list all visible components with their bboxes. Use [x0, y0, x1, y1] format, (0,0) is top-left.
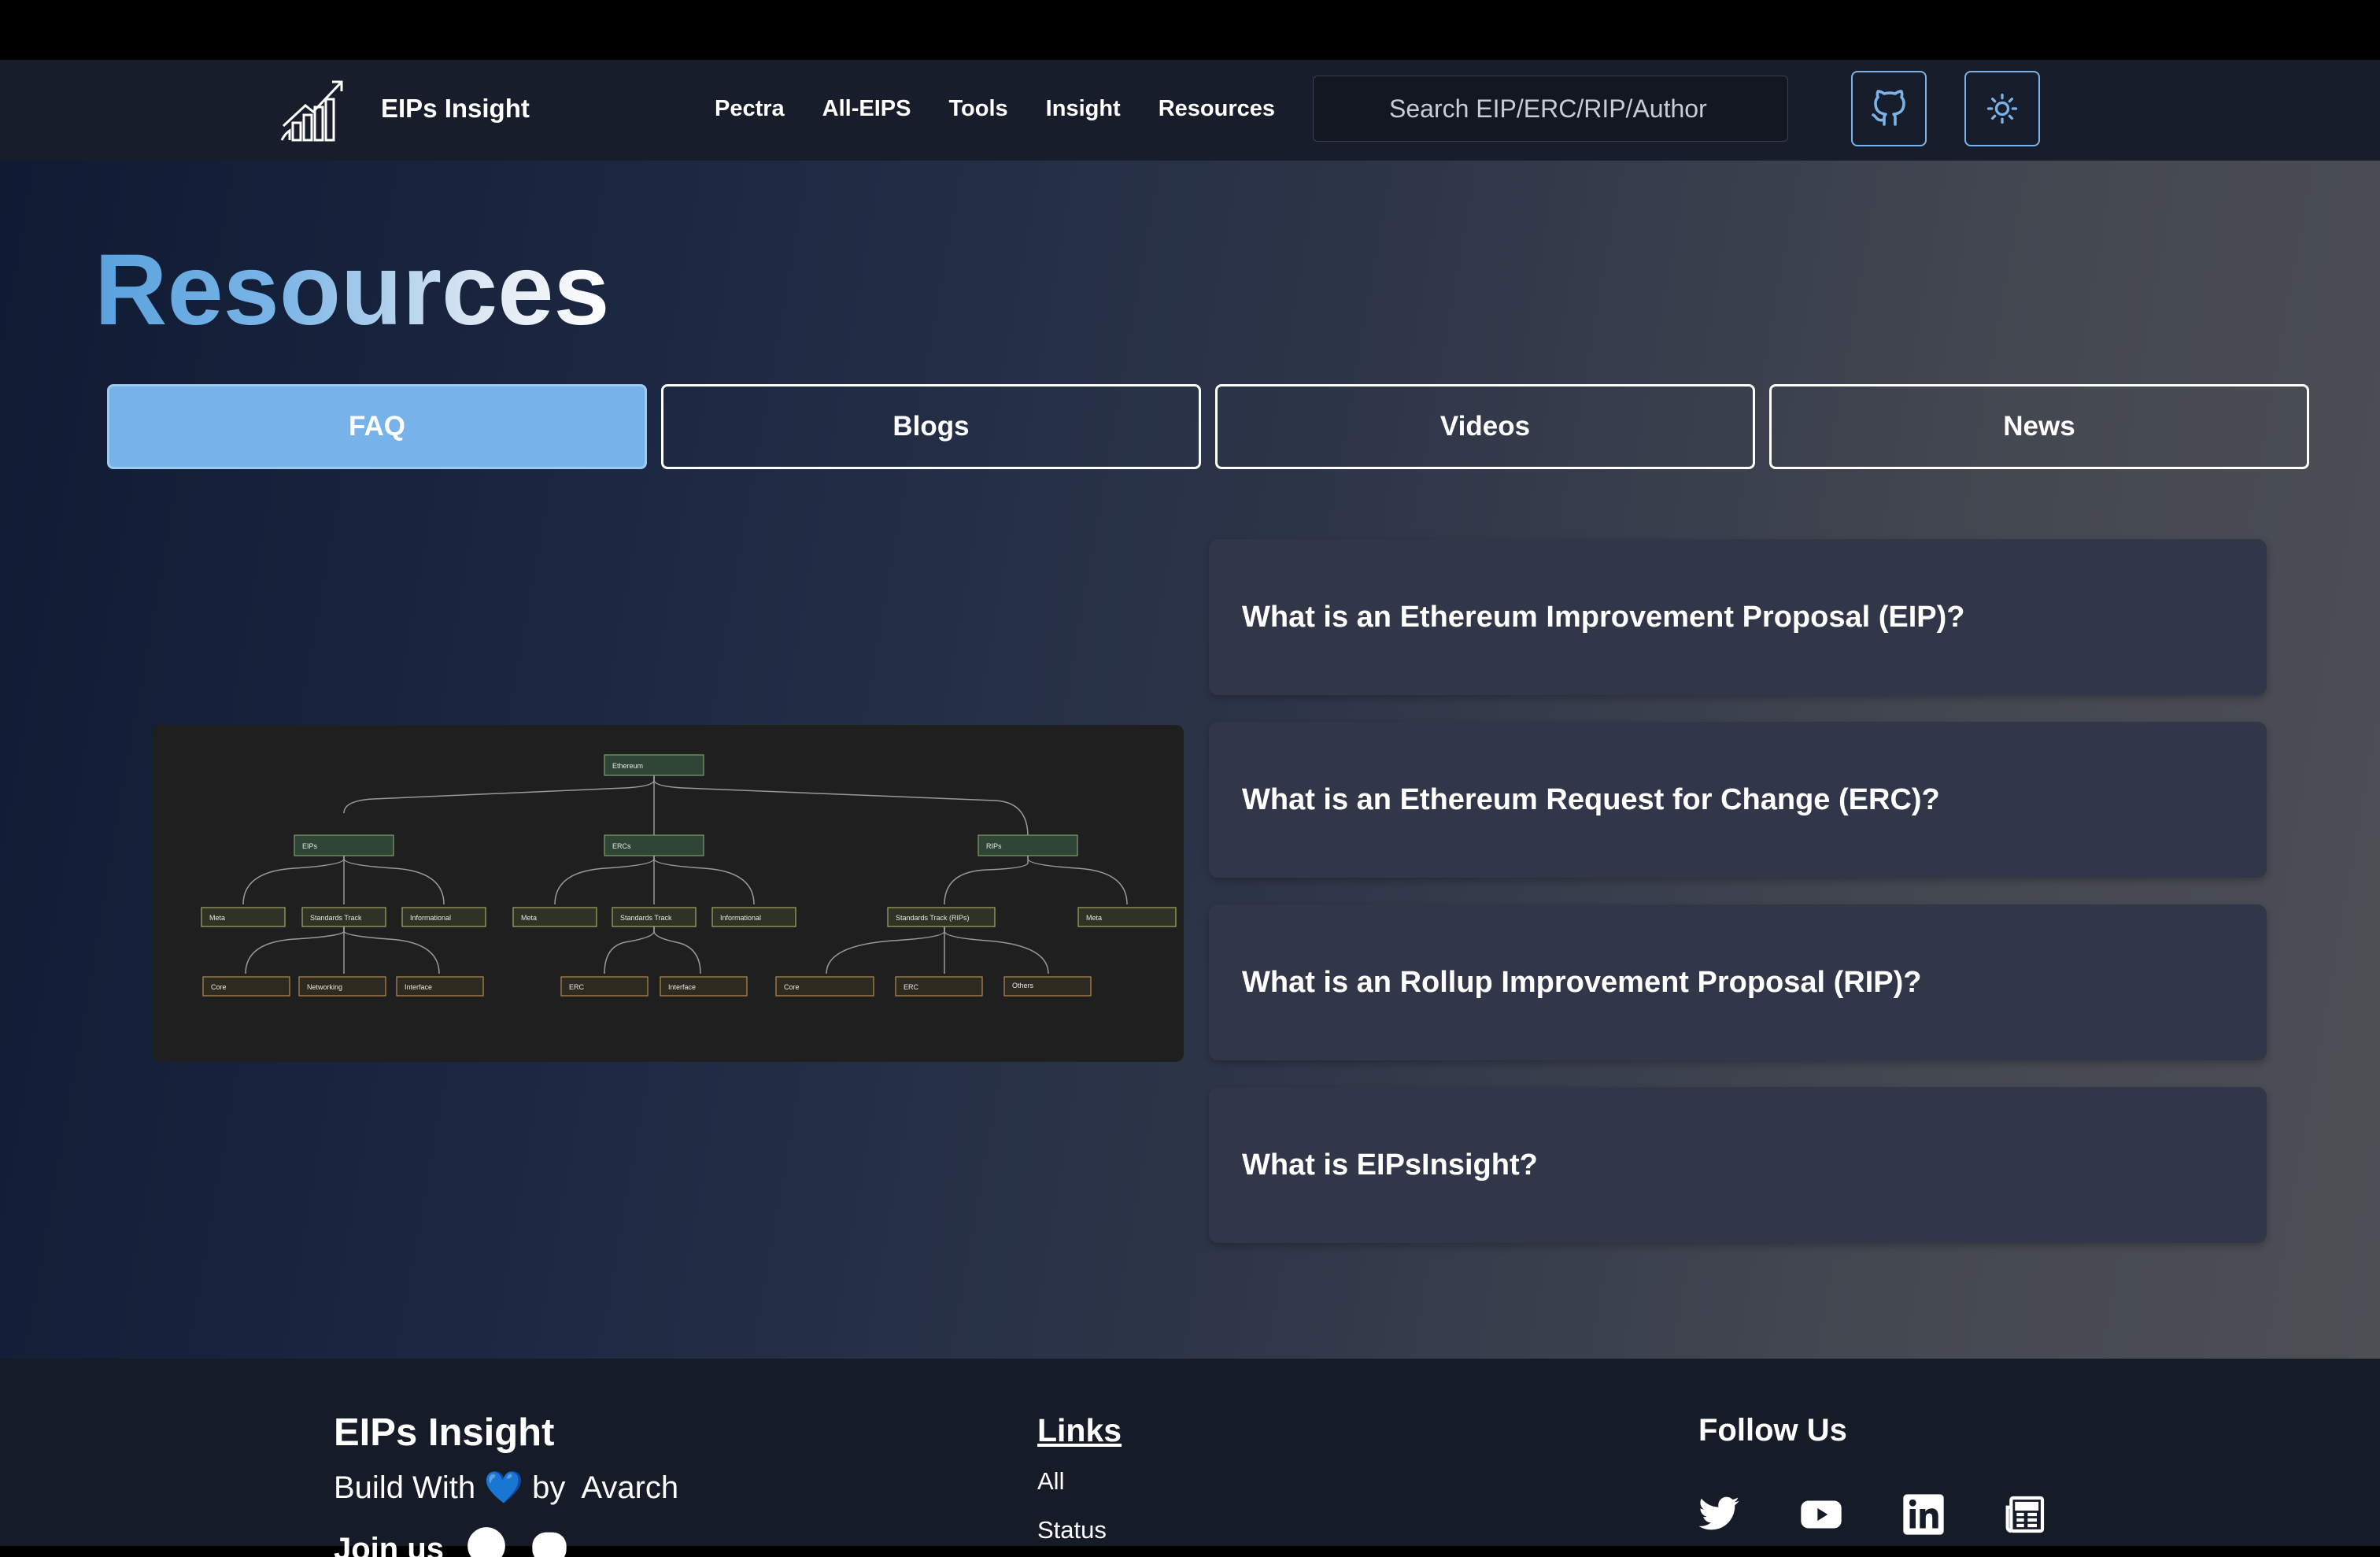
navbar: EIPs Insight Pectra All-EIPS Tools Insig…	[0, 60, 2380, 161]
resource-tabs: FAQ Blogs Videos News	[107, 384, 2311, 469]
youtube-icon[interactable]	[1799, 1492, 1843, 1537]
menu-item-all-eips[interactable]: All-EIPS	[822, 90, 911, 128]
main-content: Resources FAQ Blogs Videos News Ethereum…	[0, 161, 2380, 1359]
faq-item-eipsinsight[interactable]: What is EIPsInsight?	[1209, 1087, 2267, 1243]
diagram-node: Networking	[307, 983, 342, 991]
diagram-node: Standards Track	[310, 914, 362, 922]
menu-item-insight[interactable]: Insight	[1046, 90, 1121, 128]
diagram-node: Informational	[410, 914, 451, 922]
diagram-node: Standards Track (RIPs)	[896, 914, 970, 922]
diagram-node: Meta	[521, 914, 537, 922]
footer-credit: Build With 💙 by Avarch	[334, 1469, 678, 1507]
faq-question: What is an Ethereum Improvement Proposal…	[1242, 600, 1965, 634]
diagram-node: Standards Track	[620, 914, 672, 922]
theme-toggle-button[interactable]	[1964, 71, 2040, 146]
footer-credit-prefix: Build With	[334, 1470, 476, 1505]
faq-question: What is EIPsInsight?	[1242, 1148, 1538, 1182]
menu-item-tools[interactable]: Tools	[948, 90, 1007, 128]
main-menu: Pectra All-EIPS Tools Insight Resources	[715, 90, 1313, 128]
github-button[interactable]	[1851, 71, 1927, 146]
footer-follow-heading: Follow Us	[1698, 1413, 1847, 1448]
diagram-node: Interface	[405, 983, 432, 991]
diagram-node: Core	[784, 983, 800, 991]
tab-news[interactable]: News	[1769, 384, 2309, 469]
menu-item-resources[interactable]: Resources	[1159, 90, 1275, 128]
github-icon	[1872, 90, 1905, 126]
diagram-node: ERC	[904, 983, 919, 991]
footer-join-row: Join us	[334, 1526, 570, 1557]
sun-icon	[1986, 93, 2018, 124]
footer-credit-suffix[interactable]: by Avarch	[532, 1470, 678, 1505]
diagram-node: ERC	[569, 983, 585, 991]
diagram-node: Meta	[1086, 914, 1102, 922]
faq-item-erc[interactable]: What is an Ethereum Request for Change (…	[1209, 722, 2267, 878]
join-us-label: Join us	[334, 1532, 445, 1557]
diagram-node: Core	[211, 983, 227, 991]
top-black-bar	[0, 0, 2380, 60]
diagram-node: ERCs	[612, 842, 631, 850]
faq-item-rip[interactable]: What is an Rollup Improvement Proposal (…	[1209, 904, 2267, 1060]
footer: EIPs Insight Build With 💙 by Avarch Join…	[0, 1359, 2380, 1557]
tab-videos[interactable]: Videos	[1215, 384, 1755, 469]
footer-link-status[interactable]: Status	[1037, 1514, 1107, 1546]
diagram-node-root: Ethereum	[612, 762, 643, 770]
logo-chart-icon[interactable]	[279, 77, 346, 145]
brand-name[interactable]: EIPs Insight	[381, 90, 530, 128]
discord-icon[interactable]	[529, 1526, 570, 1557]
linkedin-icon[interactable]	[1901, 1492, 1946, 1537]
footer-links-heading: Links	[1037, 1412, 1122, 1448]
twitter-icon[interactable]	[1697, 1492, 1741, 1537]
diagram-node: Meta	[209, 914, 225, 922]
diagram-node: RIPs	[986, 842, 1002, 850]
diagram-node: Interface	[668, 983, 696, 991]
tab-faq[interactable]: FAQ	[107, 384, 647, 469]
faq-question: What is an Rollup Improvement Proposal (…	[1242, 965, 1922, 999]
github-icon[interactable]	[466, 1526, 507, 1557]
footer-brand: EIPs Insight	[334, 1411, 555, 1454]
faq-item-eip[interactable]: What is an Ethereum Improvement Proposal…	[1209, 539, 2267, 695]
faq-question: What is an Ethereum Request for Change (…	[1242, 782, 1940, 816]
diagram-node: Informational	[720, 914, 761, 922]
page-title: Resources	[94, 231, 610, 349]
menu-item-pectra[interactable]: Pectra	[715, 90, 785, 128]
eip-taxonomy-diagram: Ethereum EIPs ERCs RIPs Meta Standards T…	[153, 725, 1184, 1062]
heart-icon: 💙	[484, 1470, 523, 1505]
search-input[interactable]: Search EIP/ERC/RIP/Author	[1313, 76, 1788, 142]
footer-link-all[interactable]: All	[1037, 1466, 1064, 1497]
diagram-node: EIPs	[302, 842, 318, 850]
newspaper-icon[interactable]	[2004, 1492, 2048, 1537]
diagram-node: Others	[1012, 982, 1034, 989]
tab-blogs[interactable]: Blogs	[661, 384, 1201, 469]
